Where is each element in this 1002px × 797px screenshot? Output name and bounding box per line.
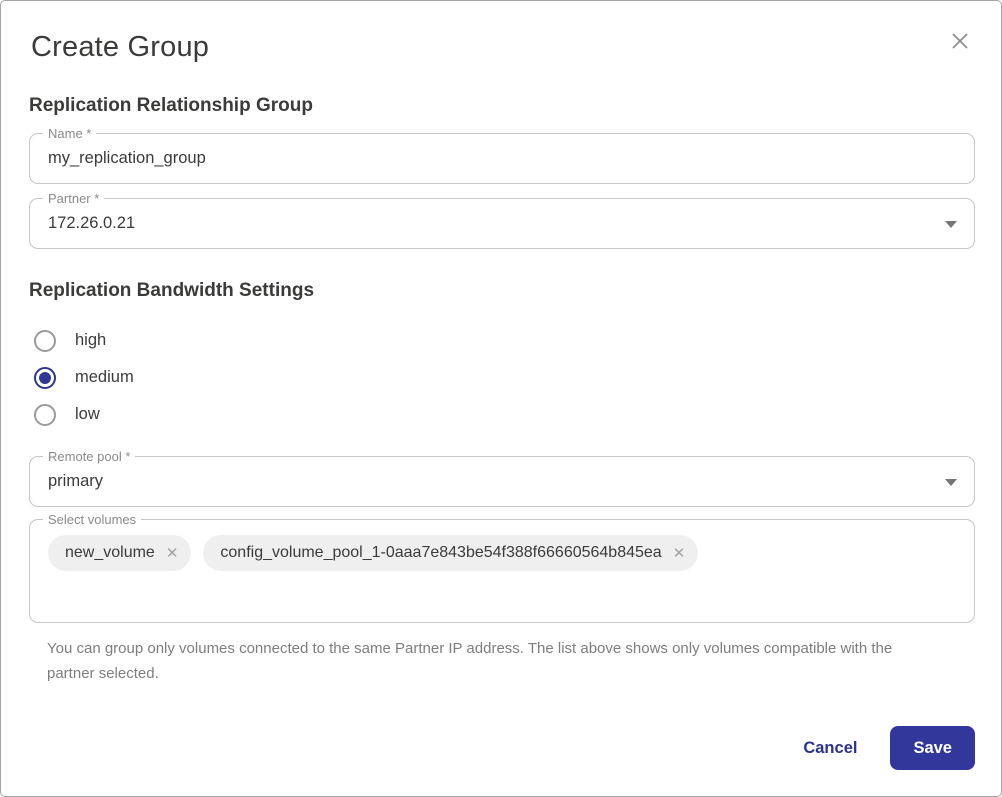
select-volumes-label: Select volumes bbox=[43, 511, 141, 528]
radio-option-medium[interactable]: medium bbox=[34, 359, 973, 396]
partner-select[interactable]: Partner * 172.26.0.21 bbox=[29, 198, 975, 249]
name-field-value: my_replication_group bbox=[48, 134, 206, 183]
caret-down-icon bbox=[945, 221, 957, 228]
chip-remove-button[interactable]: ✕ bbox=[166, 546, 179, 561]
volume-chip: config_volume_pool_1-0aaa7e843be54f388f6… bbox=[203, 535, 698, 571]
radio-option-high[interactable]: high bbox=[34, 322, 973, 359]
radio-label: high bbox=[75, 331, 106, 350]
helper-text: You can group only volumes connected to … bbox=[47, 636, 932, 686]
selected-volumes-list: new_volume ✕ config_volume_pool_1-0aaa7e… bbox=[30, 520, 974, 571]
close-icon: ✕ bbox=[166, 545, 179, 562]
remote-pool-select[interactable]: Remote pool * primary bbox=[29, 456, 975, 507]
bandwidth-radio-group: high medium low bbox=[29, 322, 973, 433]
caret-down-icon bbox=[945, 479, 957, 486]
radio-icon bbox=[34, 404, 56, 426]
radio-label: medium bbox=[75, 368, 134, 387]
remote-pool-select-value: primary bbox=[48, 457, 103, 506]
create-group-dialog: Create Group Replication Relationship Gr… bbox=[0, 0, 1002, 797]
section-heading-bandwidth-settings: Replication Bandwidth Settings bbox=[29, 280, 973, 302]
radio-icon bbox=[34, 367, 56, 389]
close-icon: ✕ bbox=[673, 545, 686, 562]
select-volumes-field[interactable]: Select volumes new_volume ✕ config_volum… bbox=[29, 519, 975, 623]
name-field[interactable]: Name * my_replication_group bbox=[29, 133, 975, 184]
radio-label: low bbox=[75, 405, 100, 424]
radio-option-low[interactable]: low bbox=[34, 396, 973, 433]
cancel-button[interactable]: Cancel bbox=[803, 739, 857, 758]
volume-chip-label: config_volume_pool_1-0aaa7e843be54f388f6… bbox=[220, 544, 661, 562]
chip-remove-button[interactable]: ✕ bbox=[673, 546, 686, 561]
volume-chip-label: new_volume bbox=[65, 544, 155, 562]
close-icon bbox=[949, 30, 971, 55]
page-title: Create Group bbox=[31, 31, 973, 64]
section-heading-replication-group: Replication Relationship Group bbox=[29, 95, 973, 117]
radio-icon bbox=[34, 330, 56, 352]
close-button[interactable] bbox=[946, 28, 974, 56]
save-button[interactable]: Save bbox=[890, 726, 975, 770]
volume-chip: new_volume ✕ bbox=[48, 535, 191, 571]
partner-select-value: 172.26.0.21 bbox=[48, 199, 135, 248]
dialog-actions: Cancel Save bbox=[803, 726, 975, 770]
